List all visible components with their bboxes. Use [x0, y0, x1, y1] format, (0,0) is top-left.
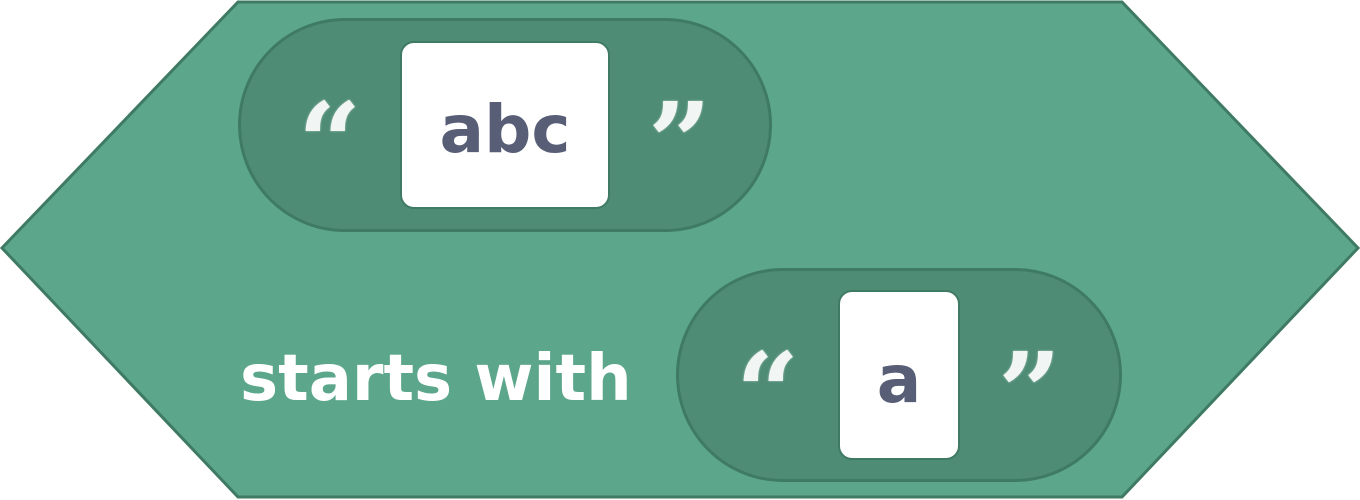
- close-quote-icon: ”: [998, 328, 1062, 457]
- block-label: starts with: [240, 342, 632, 416]
- first-text-field[interactable]: abc: [400, 41, 610, 209]
- open-quote-icon: “: [298, 78, 362, 207]
- close-quote-icon: ”: [648, 78, 712, 207]
- open-quote-icon: “: [736, 328, 800, 457]
- starts-with-block[interactable]: “ abc ” starts with “ a ”: [0, 0, 1360, 500]
- second-text-field[interactable]: a: [838, 290, 960, 460]
